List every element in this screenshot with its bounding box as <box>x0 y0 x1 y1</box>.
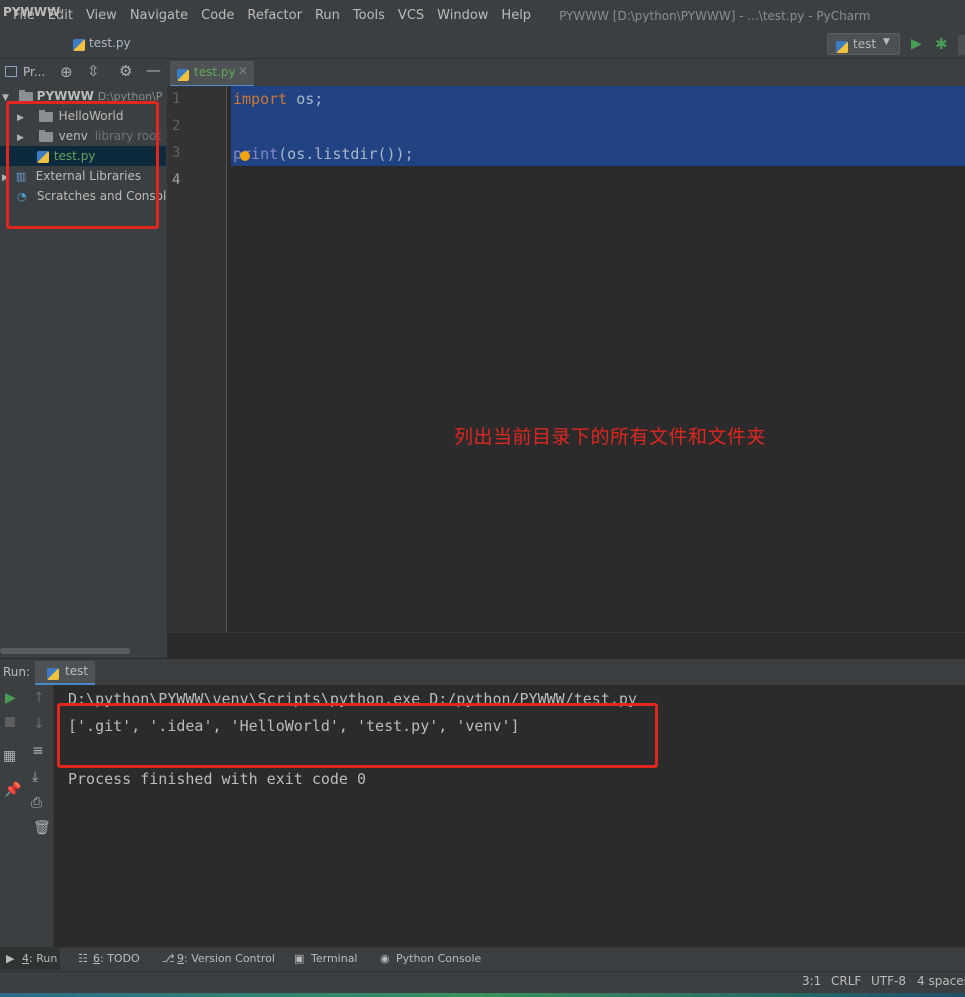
rerun-icon[interactable]: ▶ <box>5 690 16 706</box>
tool-button-python-console[interactable]: Python Console <box>396 952 481 965</box>
navigation-bar <box>0 31 965 59</box>
down-arrow-icon[interactable]: ↓ <box>33 716 45 732</box>
tab-label: test.py <box>194 65 236 79</box>
menu-vcs[interactable]: VCS <box>391 0 430 31</box>
soft-wrap-icon[interactable]: ≡ <box>32 743 44 759</box>
menu-window[interactable]: Window <box>430 0 494 31</box>
breadcrumb-project[interactable]: PYWWW <box>3 5 60 19</box>
locate-target-icon[interactable]: ⊕ <box>60 63 73 81</box>
run-tool-icon: ▶ <box>6 952 15 965</box>
trash-icon[interactable]: 🗑 <box>33 820 51 836</box>
dropdown-arrow-icon: ▼ <box>883 37 890 47</box>
menu-run[interactable]: Run <box>308 0 346 31</box>
tool-label-run: 4: Run <box>22 952 57 965</box>
terminal-icon: ▣ <box>294 952 305 965</box>
todo-icon: ☷ <box>78 952 88 965</box>
menu-bar: File Edit View Navigate Code Refactor Ru… <box>0 0 965 31</box>
lightbulb-icon[interactable] <box>240 151 250 161</box>
run-toolwindow-header <box>0 658 965 686</box>
up-arrow-icon[interactable]: ↑ <box>33 690 45 706</box>
file-encoding[interactable]: UTF-8 <box>871 974 906 988</box>
menu-code[interactable]: Code <box>194 0 240 31</box>
toolbar-overflow[interactable] <box>958 35 965 55</box>
python-file-icon <box>73 37 85 51</box>
layout-icon[interactable]: ▦ <box>3 748 16 764</box>
annotation-text: 列出当前目录下的所有文件和文件夹 <box>454 426 767 448</box>
tool-label: : Run <box>29 952 58 965</box>
breadcrumb-file[interactable]: test.py <box>89 36 131 50</box>
run-config-label: test <box>853 37 877 51</box>
line-separator[interactable]: CRLF <box>831 974 861 988</box>
pin-icon[interactable]: 📌 <box>4 782 21 798</box>
code-text: (os.listdir()); <box>278 145 414 163</box>
print-icon[interactable]: ⎙ <box>31 795 42 811</box>
tool-label: : Version Control <box>184 952 275 965</box>
code-line-3: print(os.listdir()); <box>233 145 414 163</box>
project-hscrollbar[interactable] <box>0 648 130 654</box>
indent-setting[interactable]: 4 spaces <box>917 974 965 988</box>
line-number: 4 <box>172 172 181 188</box>
highlight-box-output <box>57 703 658 768</box>
scroll-to-end-icon[interactable]: ⤓ <box>32 769 38 785</box>
run-title: Run: <box>3 665 31 679</box>
python-run-icon <box>47 666 59 680</box>
debug-bug-icon[interactable]: ✱ <box>935 35 948 53</box>
tool-num: 9 <box>177 952 184 965</box>
project-view-icon[interactable] <box>5 66 17 77</box>
folder-icon <box>18 89 33 102</box>
console-line-exit: Process finished with exit code 0 <box>68 770 367 788</box>
line-number: 1 <box>172 91 181 107</box>
menu-refactor[interactable]: Refactor <box>240 0 308 31</box>
window-title: PYWWW [D:\python\PYWWW] - ...\test.py - … <box>559 8 871 23</box>
python-file-icon <box>177 67 189 81</box>
keyword-import: import <box>233 90 288 108</box>
editor-bottom-area <box>167 632 965 659</box>
run-icon[interactable]: ▶ <box>911 36 922 52</box>
code-text: os; <box>287 90 324 108</box>
line-number: 2 <box>172 118 181 134</box>
run-tab-label: test <box>65 664 89 678</box>
editor-gutter <box>167 86 227 632</box>
line-number: 3 <box>172 145 181 161</box>
gear-icon[interactable]: ⚙ <box>119 62 132 80</box>
project-view-selector[interactable]: Pr... <box>23 65 45 79</box>
collapse-all-icon[interactable]: ⇳ <box>87 62 100 80</box>
editor-tab-bar <box>167 59 965 87</box>
menu-tools[interactable]: Tools <box>346 0 391 31</box>
python-console-icon: ◉ <box>380 952 390 965</box>
tool-window-bar <box>0 947 965 972</box>
stop-icon[interactable] <box>5 717 15 727</box>
tool-button-todo[interactable]: 6: TODO <box>93 952 140 965</box>
close-tab-icon[interactable]: ✕ <box>238 64 248 78</box>
python-run-config-icon <box>836 39 848 53</box>
tool-label: : TODO <box>100 952 140 965</box>
menu-navigate[interactable]: Navigate <box>123 0 194 31</box>
highlight-box-project-tree <box>6 101 159 229</box>
tool-num: 4 <box>22 952 29 965</box>
minimize-icon[interactable]: — <box>146 61 161 79</box>
code-line-1: import os; <box>233 90 323 108</box>
tool-num: 6 <box>93 952 100 965</box>
breadcrumb-separator: 〉 <box>58 8 72 23</box>
vcs-icon: ⎇ <box>162 952 175 965</box>
tool-button-version-control[interactable]: 9: Version Control <box>177 952 275 965</box>
code-editor[interactable] <box>227 86 965 632</box>
caret-position[interactable]: 3:1 <box>802 974 821 988</box>
menu-view[interactable]: View <box>79 0 123 31</box>
tool-button-terminal[interactable]: Terminal <box>311 952 358 965</box>
desktop-strip <box>0 993 965 997</box>
menu-help[interactable]: Help <box>494 0 537 31</box>
